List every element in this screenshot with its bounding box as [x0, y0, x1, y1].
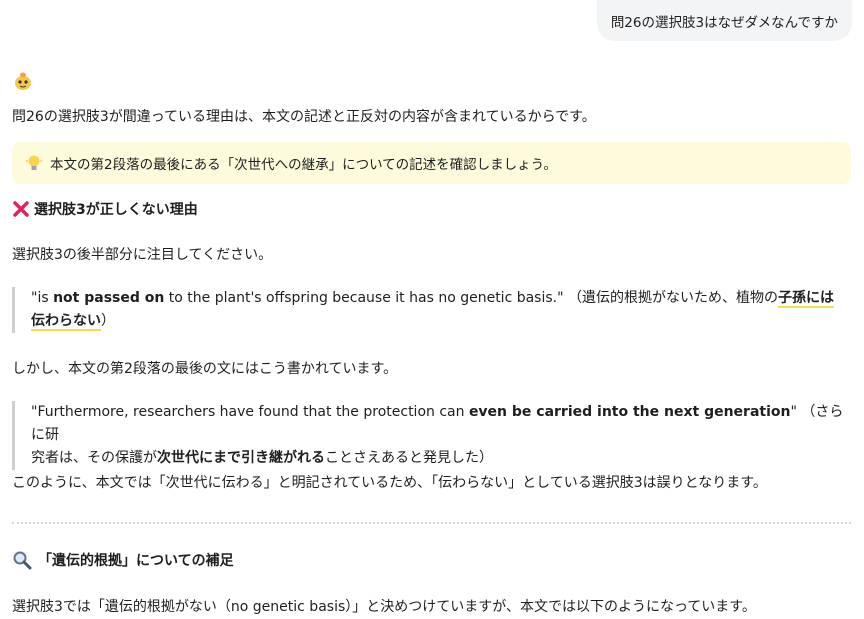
quote2-part: ことさえあると発見した） — [325, 450, 493, 466]
quote1-highlight: 子孫には — [778, 290, 834, 308]
user-message-text: 問26の選択肢3はなぜダメなんですか — [610, 14, 838, 31]
tip-text: 本文の第2段落の最後にある「次世代への継承」についての記述を確認しましょう。 — [50, 157, 557, 173]
heading-supplement-text: 「遺伝的根拠」についての補足 — [38, 553, 234, 569]
paragraph-however: しかし、本文の第2段落の最後の文にはこう書かれています。 — [12, 361, 398, 377]
quote1-part: to the plant's offspring because it has … — [164, 290, 778, 306]
quote2-bold: 次世代にまで引き継がれる — [157, 450, 325, 466]
paragraph-conclusion: このように、本文では「次世代に伝わる」と明記されているため、「伝わらない」として… — [12, 475, 767, 491]
section-divider — [12, 522, 851, 524]
quote-passage: "Furthermore, researchers have found tha… — [12, 401, 851, 470]
user-message-bubble: 問26の選択肢3はなぜダメなんですか — [596, 0, 852, 41]
quote2-part: "Furthermore, researchers have found tha… — [31, 404, 469, 420]
quote1-part: ） — [101, 313, 115, 329]
heading-why-wrong-text: 選択肢3が正しくない理由 — [34, 202, 198, 218]
quote2-bold: even be carried into the next generation — [468, 404, 791, 420]
quote1-highlight: 伝わらない — [31, 313, 101, 331]
quote1-bold: not passed on — [53, 290, 165, 306]
heading-why-wrong: 選択肢3が正しくない理由 — [12, 199, 198, 219]
paragraph-focus: 選択肢3の後半部分に注目してください。 — [12, 247, 273, 263]
tip-box: 本文の第2段落の最後にある「次世代への継承」についての記述を確認しましょう。 — [12, 142, 851, 184]
cross-mark-icon — [13, 201, 29, 217]
heading-supplement: 「遺伝的根拠」についての補足 — [12, 550, 234, 570]
answer-intro: 問26の選択肢3が間違っている理由は、本文の記述と正反対の内容が含まれているから… — [12, 109, 596, 125]
quote2-part: 究者は、その保護が — [31, 450, 157, 466]
assistant-avatar-icon — [12, 70, 34, 92]
quote-choice3: "is not passed on to the plant's offspri… — [12, 287, 851, 333]
quote1-part: "is — [31, 290, 54, 306]
paragraph-supplement: 選択肢3では「遺伝的根拠がない（no genetic basis）」と決めつけて… — [12, 599, 756, 615]
lightbulb-icon — [24, 153, 44, 173]
magnifier-icon — [13, 551, 32, 570]
